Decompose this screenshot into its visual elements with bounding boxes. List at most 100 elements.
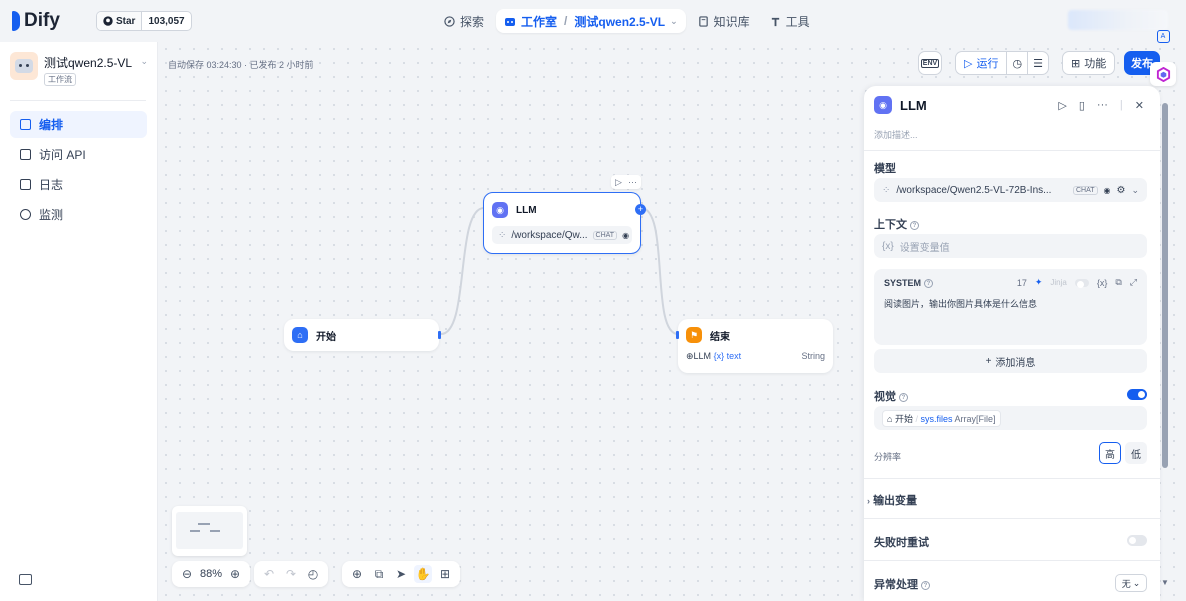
add-message-label: 添加消息 — [995, 357, 1036, 369]
description-input[interactable]: 添加描述... — [874, 128, 918, 141]
model-provider-icon: ⁘ — [498, 229, 507, 241]
resolution-label: 分辨率 — [874, 452, 902, 462]
panel-title[interactable]: LLM — [900, 98, 927, 113]
copy-icon[interactable]: ⧉ — [1115, 277, 1121, 288]
model-selector[interactable]: ⁘ /workspace/Qwen2.5-VL-72B-Ins... CHAT … — [874, 178, 1147, 202]
vision-eye-icon: ◉ — [1103, 185, 1111, 195]
features-button[interactable]: ⊞ 功能 — [1062, 51, 1116, 75]
env-variables-button[interactable]: ENV — [918, 51, 942, 75]
expand-icon[interactable]: ⤢ — [1130, 277, 1137, 288]
panel-divider — [864, 518, 1160, 519]
add-note-icon[interactable]: ⧉ — [370, 565, 388, 583]
model-settings-icon[interactable]: ⚙ — [1116, 185, 1125, 196]
node-llm-header: ◉ LLM — [484, 193, 640, 218]
system-label-wrap: SYSTEM? — [884, 278, 934, 288]
output-vars-label: 输出变量 — [873, 495, 918, 507]
system-prompt-editor[interactable]: SYSTEM? 17 ✦ Jinja {x} ⧉ ⤢ 阅读图片，输出你图片具体是… — [874, 269, 1147, 345]
features-icon: ⊞ — [1071, 57, 1081, 70]
model-label: 模型 — [874, 163, 896, 175]
sparkle-icon[interactable]: ✦ — [1035, 277, 1043, 288]
node-llm-add-icon[interactable]: + — [635, 204, 646, 215]
assistant-extension-icon[interactable] — [1150, 62, 1176, 86]
undo-icon[interactable]: ↶ — [260, 565, 278, 583]
chevron-down-icon[interactable]: ⌄ — [1131, 185, 1139, 196]
vision-label: 视觉 — [874, 391, 896, 403]
vision-variable-type: Array[File] — [954, 413, 996, 424]
zoom-level[interactable]: 88% — [200, 568, 222, 580]
node-llm-model-name: /workspace/Qw... — [511, 229, 588, 241]
error-handling-label-wrap: 异常处理? — [874, 576, 930, 592]
run-node-icon[interactable]: ▷ — [615, 177, 622, 188]
vision-variable-field[interactable]: ⌂ 开始 / sys.files Array[File] — [874, 406, 1147, 430]
run-group: ▷ 运行 ◷ ☰ — [955, 51, 1049, 75]
history-controls: ↶ ↷ ◴ — [254, 561, 328, 587]
chevron-right-icon: › — [867, 496, 870, 506]
checklist-button[interactable]: ☰ — [1027, 51, 1049, 75]
panel-header-actions: ▷ ▯ ··· | ✕ — [1058, 99, 1144, 112]
error-handling-value: 无 — [1121, 578, 1131, 589]
plus-icon: + — [985, 355, 992, 367]
zoom-in-icon[interactable]: ⊕ — [226, 565, 244, 583]
context-variable-input[interactable]: {x} 设置变量值 — [874, 234, 1147, 258]
node-end[interactable]: ⚑ 结束 ⊕LLM {x} text String — [676, 319, 833, 373]
redo-icon[interactable]: ↷ — [282, 565, 300, 583]
add-node-icon[interactable]: ⊕ — [348, 565, 366, 583]
node-start-header: ⌂ 开始 — [284, 319, 439, 343]
more-icon[interactable]: ··· — [628, 177, 637, 187]
vision-toggle[interactable] — [1127, 389, 1147, 400]
version-history-icon[interactable]: ◴ — [304, 565, 322, 583]
context-label-wrap: 上下文? — [874, 216, 919, 232]
node-start-output-port[interactable] — [438, 331, 441, 339]
run-history-button[interactable]: ◷ — [1006, 51, 1028, 75]
node-end-source: LLM — [693, 351, 712, 361]
node-start[interactable]: ⌂ 开始 — [284, 319, 441, 351]
node-llm-model-tag: CHAT — [592, 230, 618, 240]
hand-icon[interactable]: ✋ — [414, 565, 432, 583]
history-icon: ◷ — [1012, 57, 1023, 70]
node-end-header: ⚑ 结束 — [678, 319, 833, 343]
error-handling-select[interactable]: 无 ⌄ — [1115, 574, 1147, 592]
canvas-tools: ⊕ ⧉ ➤ ✋ ⊞ — [342, 561, 460, 587]
scroll-down-arrow-icon[interactable]: ▼ — [1161, 578, 1169, 587]
zoom-out-icon[interactable]: ⊖ — [178, 565, 196, 583]
add-message-button[interactable]: + 添加消息 — [874, 349, 1147, 373]
model-provider-icon: ⁘ — [882, 184, 891, 196]
node-llm-actions: ▷ ··· — [611, 175, 641, 189]
pointer-icon[interactable]: ➤ — [392, 565, 410, 583]
retry-toggle[interactable] — [1127, 535, 1147, 546]
help-book-icon[interactable]: ▯ — [1079, 99, 1085, 112]
translate-extension-icon[interactable]: A — [1150, 24, 1176, 48]
resolution-high-button[interactable]: 高 — [1099, 442, 1121, 464]
node-end-var: {x} text — [713, 351, 742, 361]
panel-header: ◉ LLM — [874, 96, 927, 114]
checklist-icon: ☰ — [1033, 57, 1043, 70]
jinja-toggle[interactable] — [1074, 278, 1089, 288]
node-end-input-port[interactable] — [676, 331, 679, 339]
minimap-node — [198, 523, 210, 525]
system-prompt-text[interactable]: 阅读图片，输出你图片具体是什么信息 — [884, 297, 1037, 310]
panel-divider — [864, 560, 1160, 561]
node-end-output: ⊕LLM {x} text String — [686, 351, 825, 362]
minimap[interactable] — [172, 506, 247, 556]
end-icon: ⚑ — [686, 327, 702, 343]
run-button[interactable]: ▷ 运行 — [955, 51, 1007, 75]
help-icon[interactable]: ? — [921, 581, 930, 590]
run-step-icon[interactable]: ▷ — [1058, 99, 1066, 112]
help-icon[interactable]: ? — [924, 279, 934, 288]
help-icon[interactable]: ? — [899, 393, 908, 402]
insert-variable-icon[interactable]: {x} — [1097, 278, 1108, 288]
node-llm[interactable]: ◉ LLM ⁘ /workspace/Qw... CHAT ◉ + — [483, 192, 646, 254]
panel-scrollbar[interactable] — [1162, 103, 1168, 468]
resolution-low-button[interactable]: 低 — [1125, 442, 1147, 464]
zoom-controls: ⊖ 88% ⊕ — [172, 561, 251, 587]
llm-icon: ◉ — [874, 96, 892, 114]
layout-icon[interactable]: ⊞ — [436, 565, 454, 583]
node-start-title: 开始 — [316, 331, 336, 343]
output-vars-toggle[interactable]: › 输出变量 — [867, 492, 917, 508]
help-icon[interactable]: ? — [910, 221, 919, 230]
env-icon: ENV — [920, 58, 940, 68]
more-icon[interactable]: ··· — [1097, 99, 1108, 112]
vision-separator: / — [915, 413, 918, 424]
close-icon[interactable]: ✕ — [1135, 99, 1144, 112]
panel-divider-icon: | — [1119, 99, 1123, 111]
